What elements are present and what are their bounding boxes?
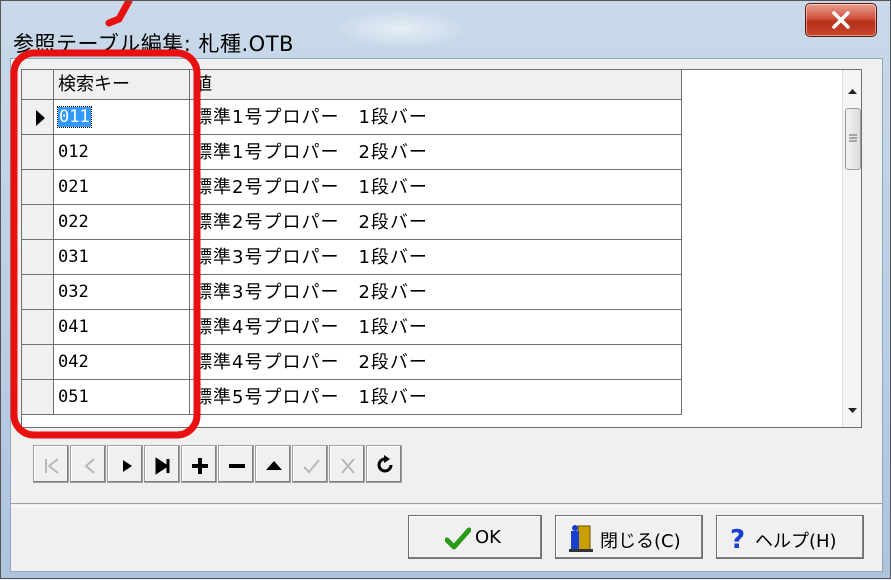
svg-text:?: ? (730, 525, 745, 552)
help-button[interactable]: ? ヘルプ(H) (716, 515, 864, 559)
key-cell[interactable]: 051 (54, 380, 190, 415)
table-row[interactable]: 051 標準5号プロパー 1段バー (22, 380, 682, 415)
key-cell[interactable]: 042 (54, 345, 190, 380)
window-title: 参照テーブル編集: 札種.OTB (13, 32, 294, 56)
refresh-record-button[interactable] (366, 445, 402, 483)
value-cell[interactable]: 標準3号プロパー 2段バー (190, 275, 682, 310)
key-cell[interactable]: 031 (54, 240, 190, 275)
separator (11, 503, 882, 507)
key-text: 012 (58, 142, 89, 162)
row-indicator[interactable] (22, 170, 54, 205)
header-indicator-cell (22, 70, 54, 100)
row-indicator[interactable] (22, 380, 54, 415)
prior-record-button[interactable] (70, 445, 106, 483)
scroll-down-icon (848, 408, 857, 413)
insert-record-button[interactable] (181, 445, 217, 483)
key-text: 051 (58, 387, 89, 407)
table-row[interactable]: 041 標準4号プロパー 1段バー (22, 310, 682, 345)
key-text: 011 (57, 106, 92, 128)
post-record-button[interactable] (292, 445, 328, 483)
table-row[interactable]: 011 標準1号プロパー 1段バー (22, 100, 682, 135)
edit-record-button[interactable] (255, 445, 291, 483)
value-cell[interactable]: 標準2号プロパー 1段バー (190, 170, 682, 205)
value-cell[interactable]: 標準4号プロパー 1段バー (190, 310, 682, 345)
key-text: 042 (58, 352, 89, 372)
scroll-thumb[interactable] (845, 108, 861, 170)
check-icon (303, 459, 320, 474)
close-icon (832, 11, 850, 29)
prior-icon (84, 458, 95, 474)
check-icon (445, 527, 471, 550)
row-indicator[interactable] (22, 135, 54, 170)
minus-icon (229, 464, 245, 468)
value-cell[interactable]: 標準5号プロパー 1段バー (190, 380, 682, 415)
key-text: 031 (58, 247, 89, 267)
row-indicator[interactable] (22, 275, 54, 310)
key-text: 022 (58, 212, 89, 232)
next-record-button[interactable] (107, 445, 143, 483)
scroll-down-button[interactable] (843, 399, 861, 421)
column-header-value[interactable]: 値 (190, 70, 682, 100)
close-label: 閉じる(C) (600, 531, 681, 552)
key-cell[interactable]: 041 (54, 310, 190, 345)
grip-icon (849, 134, 857, 142)
key-cell[interactable]: 032 (54, 275, 190, 310)
vertical-scrollbar[interactable] (842, 70, 861, 427)
row-indicator[interactable] (22, 205, 54, 240)
first-icon (45, 458, 59, 474)
value-cell[interactable]: 標準3号プロパー 1段バー (190, 240, 682, 275)
help-label: ヘルプ(H) (755, 531, 837, 552)
data-grid[interactable]: 検索キー 値 011 標準1号プロパー 1段バー 012 標準1号プロパー 2段バー 0… (21, 69, 862, 428)
key-cell[interactable]: 011 (54, 100, 190, 135)
key-cell[interactable]: 012 (54, 135, 190, 170)
table-row[interactable]: 032 標準3号プロパー 2段バー (22, 275, 682, 310)
key-text: 021 (58, 177, 89, 197)
row-indicator[interactable] (22, 310, 54, 345)
x-icon (341, 458, 355, 474)
row-indicator[interactable] (22, 100, 54, 135)
ok-label: OK (475, 527, 501, 548)
door-exit-icon (569, 525, 593, 552)
row-indicator[interactable] (22, 345, 54, 380)
table-row[interactable]: 022 標準2号プロパー 2段バー (22, 205, 682, 240)
table-row[interactable]: 012 標準1号プロパー 2段バー (22, 135, 682, 170)
value-cell[interactable]: 標準4号プロパー 2段バー (190, 345, 682, 380)
table-row[interactable]: 031 標準3号プロパー 1段バー (22, 240, 682, 275)
scroll-up-button[interactable] (843, 80, 861, 102)
close-window-button[interactable] (805, 3, 877, 37)
last-icon (155, 457, 170, 475)
current-row-arrow-icon (36, 110, 45, 126)
title-glow (331, 9, 471, 49)
dialog-window: 参照テーブル編集: 札種.OTB 検索キー 値 011 標準1号プロパー 1段バー… (0, 0, 891, 579)
up-triangle-icon (266, 461, 282, 470)
plus-icon (192, 458, 208, 474)
key-cell[interactable]: 022 (54, 205, 190, 240)
key-cell[interactable]: 021 (54, 170, 190, 205)
table-row[interactable]: 042 標準4号プロパー 2段バー (22, 345, 682, 380)
next-icon (123, 460, 132, 472)
client-area: 検索キー 値 011 標準1号プロパー 1段バー 012 標準1号プロパー 2段バー 0… (10, 58, 883, 572)
key-text: 032 (58, 282, 89, 302)
key-text: 041 (58, 317, 89, 337)
delete-record-button[interactable] (218, 445, 254, 483)
title-bar: 参照テーブル編集: 札種.OTB (1, 1, 890, 57)
first-record-button[interactable] (33, 445, 69, 483)
scroll-up-icon (848, 89, 857, 94)
ok-button[interactable]: OK (408, 515, 542, 559)
help-question-icon: ? (730, 525, 745, 552)
column-header-key[interactable]: 検索キー (54, 70, 190, 100)
refresh-icon (377, 455, 393, 473)
row-indicator[interactable] (22, 240, 54, 275)
cancel-record-button[interactable] (329, 445, 365, 483)
value-cell[interactable]: 標準2号プロパー 2段バー (190, 205, 682, 240)
table-row[interactable]: 021 標準2号プロパー 1段バー (22, 170, 682, 205)
last-record-button[interactable] (144, 445, 180, 483)
close-button[interactable]: 閉じる(C) (555, 515, 703, 559)
value-cell[interactable]: 標準1号プロパー 1段バー (190, 100, 682, 135)
value-cell[interactable]: 標準1号プロパー 2段バー (190, 135, 682, 170)
